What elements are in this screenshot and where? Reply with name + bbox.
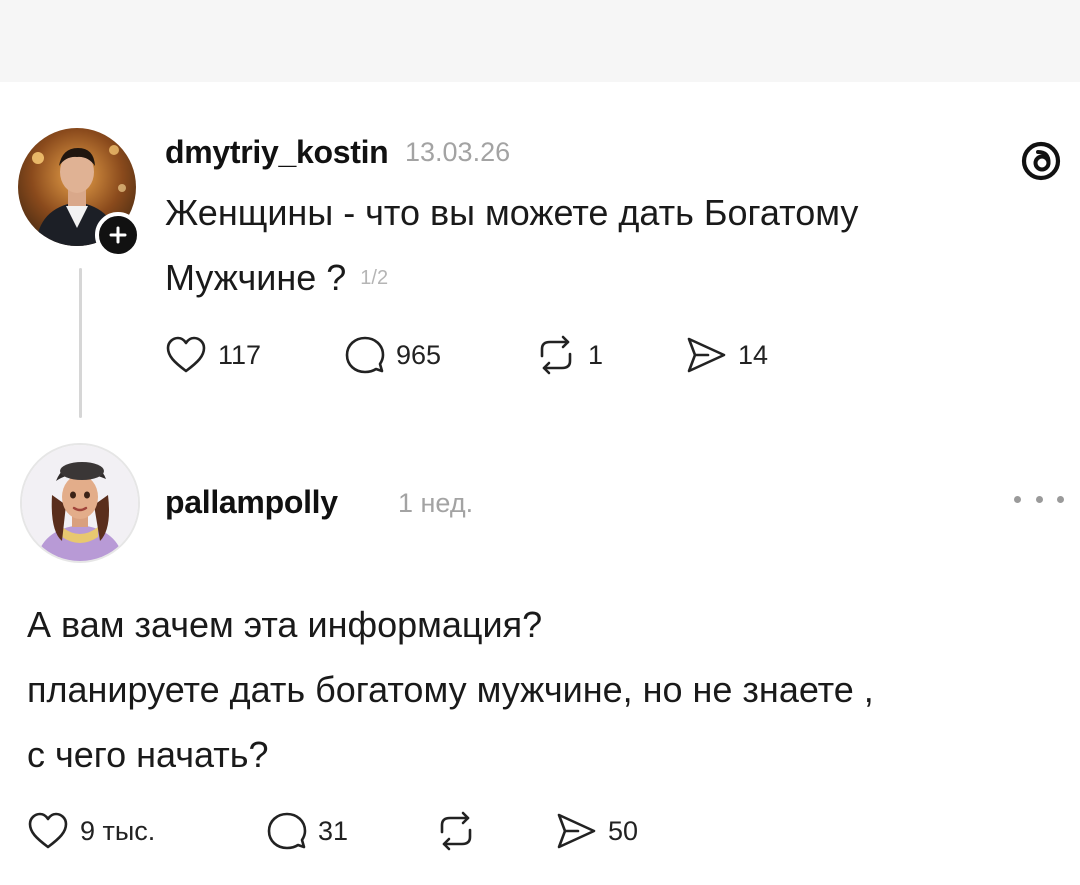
post-username[interactable]: dmytriy_kostin [165,134,389,171]
share-button[interactable]: 14 [684,335,768,375]
reply-text-line2: планируете дать богатому мужчине, но не … [27,669,874,710]
thread-line [79,268,82,418]
repost-count: 1 [588,339,604,370]
comment-bubble-icon [345,336,385,374]
share-count: 14 [738,339,769,370]
more-dot [1035,495,1043,503]
avatar-pallampolly[interactable] [20,443,140,563]
reply-text-line3: с чего начать? [27,734,269,775]
follow-button[interactable] [95,212,141,258]
reply-actions: 9 тыс. 31 50 [26,809,638,853]
more-dot [1057,495,1064,503]
post-actions: 117 965 1 14 [164,333,768,377]
comment-button[interactable]: 31 [266,810,434,852]
repost-button[interactable]: 1 [534,334,684,376]
share-count: 50 [608,815,639,846]
post-date: 13.03.26 [405,137,511,167]
like-count: 9 тыс. [80,815,156,846]
reply-time: 1 нед. [398,488,474,518]
like-count: 117 [218,339,262,370]
send-icon [557,813,596,849]
top-band [0,0,1080,82]
page-indicator: 1/2 [360,267,389,289]
comment-count: 965 [396,339,442,370]
repost-icon [440,811,472,851]
comment-button[interactable]: 965 [344,334,534,376]
like-button[interactable]: 117 [164,335,344,375]
plus-icon [109,226,127,244]
threads-logo-icon[interactable] [1018,138,1064,184]
send-icon [687,337,726,373]
more-dot [1014,495,1021,503]
comment-count: 31 [318,815,349,846]
post-text-line2: Мужчине ? [165,257,347,298]
repost-icon [540,335,572,375]
heart-icon [166,336,206,373]
comment-bubble-icon [267,812,307,850]
reply-text-line1: А вам зачем эта информация? [27,604,543,645]
post-text-line1: Женщины - что вы можете дать Богатому [165,192,859,233]
post-text-line2-wrap: Мужчине ? 1/2 [165,245,388,311]
like-button[interactable]: 9 тыс. [26,811,266,851]
heart-icon [28,812,68,849]
more-horizontal-icon[interactable] [1014,484,1064,514]
repost-button[interactable] [434,810,554,852]
reply-username[interactable]: pallampolly [165,484,338,521]
share-button[interactable]: 50 [554,811,638,851]
